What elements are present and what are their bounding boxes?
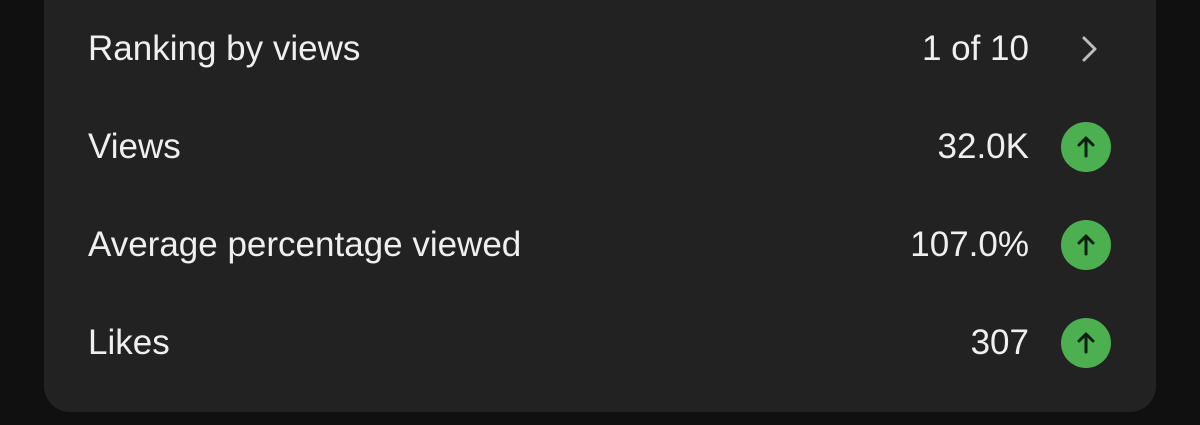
likes-label: Likes — [88, 323, 170, 362]
arrow-up-circle-icon — [1061, 318, 1111, 368]
likes-value: 307 — [970, 323, 1029, 362]
ranking-row[interactable]: Ranking by views 1 of 10 — [44, 0, 1156, 98]
chevron-right-icon[interactable] — [1074, 34, 1104, 64]
average-percentage-value: 107.0% — [910, 225, 1029, 264]
stats-card: Ranking by views 1 of 10 Views 32.0K Ave… — [44, 0, 1156, 412]
ranking-value: 1 of 10 — [921, 29, 1029, 68]
ranking-label: Ranking by views — [88, 29, 361, 68]
views-row: Views 32.0K — [44, 98, 1156, 196]
arrow-up-circle-icon — [1061, 220, 1111, 270]
average-percentage-row: Average percentage viewed 107.0% — [44, 196, 1156, 294]
likes-row: Likes 307 — [44, 294, 1156, 392]
views-label: Views — [88, 127, 181, 166]
arrow-up-circle-icon — [1061, 122, 1111, 172]
average-percentage-label: Average percentage viewed — [88, 225, 522, 264]
views-value: 32.0K — [937, 127, 1029, 166]
